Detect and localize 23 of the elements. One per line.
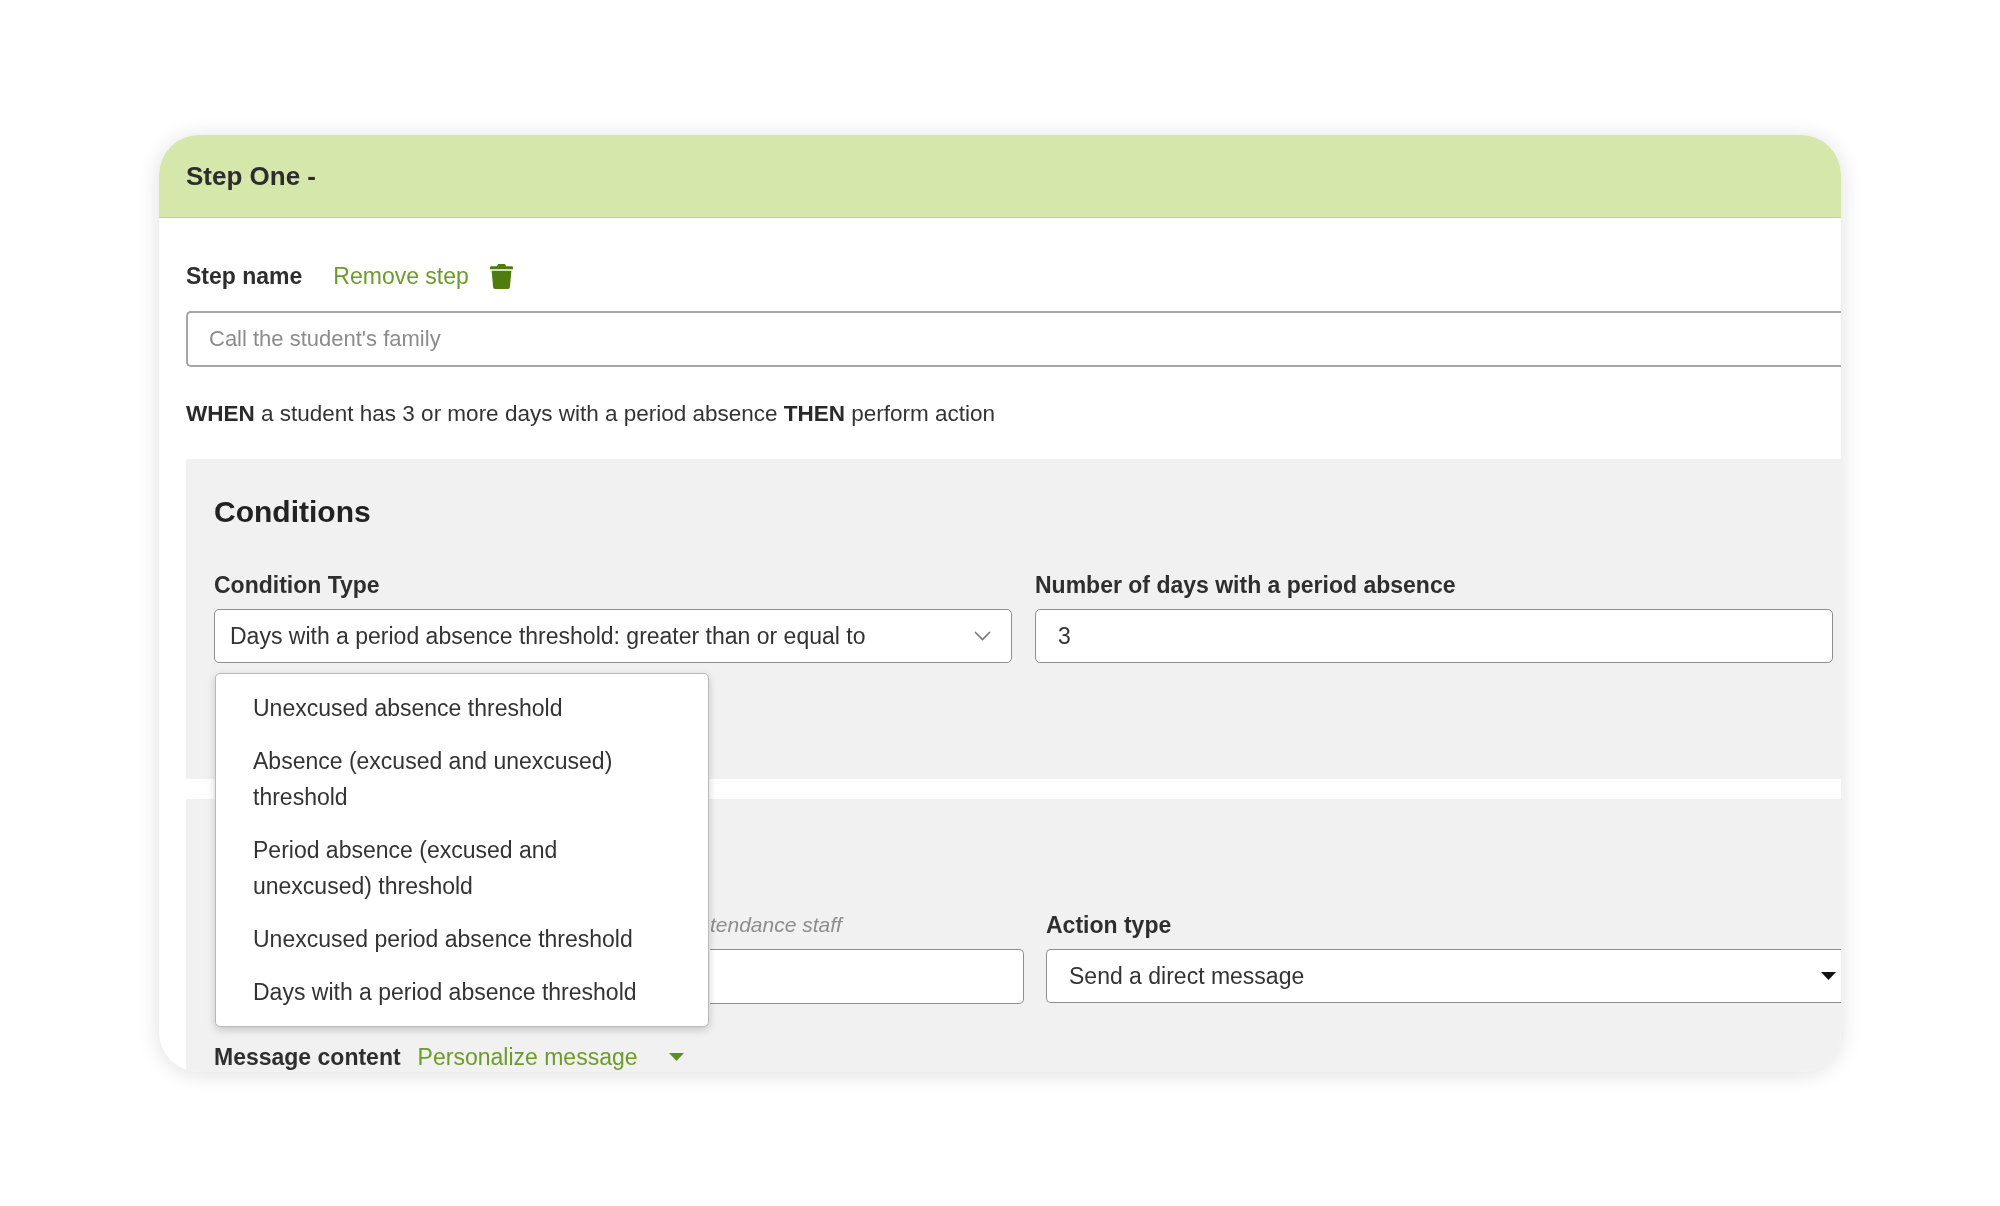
condition-type-select[interactable]: Days with a period absence threshold: greater than or equal to: [214, 609, 1012, 663]
caret-down-icon: [1821, 972, 1836, 980]
step-name-input[interactable]: Call the student's family: [186, 311, 1841, 367]
option-item[interactable]: Period absence (excused and unexcused) threshold: [216, 823, 708, 913]
message-content-label: Message content: [214, 1043, 401, 1071]
days-count-label: Number of days with a period absence: [1035, 571, 1457, 599]
rule-summary: WHEN a student has 3 or more days with a period absence THEN perform action: [186, 400, 997, 428]
step-name-label: Step name: [186, 262, 303, 290]
days-count-input[interactable]: 3: [1035, 609, 1833, 663]
option-item[interactable]: Unexcused absence threshold: [216, 681, 708, 735]
action-type-label: Action type: [1046, 911, 1173, 939]
chevron-down-icon: [974, 631, 991, 641]
caret-down-icon: [668, 1053, 684, 1061]
option-item[interactable]: Absence (excused and unexcused) threshold: [216, 734, 708, 824]
trash-icon: [489, 263, 513, 289]
field-hint: tendance staff: [710, 912, 845, 938]
option-item[interactable]: Days with a period absence threshold: [216, 965, 708, 1019]
condition-type-label: Condition Type: [214, 571, 381, 599]
option-item[interactable]: Unexcused period absence threshold: [216, 912, 708, 966]
input-field[interactable]: [710, 949, 1024, 1004]
action-type-select[interactable]: Send a direct message: [1046, 949, 1841, 1003]
step-title: Step One -: [186, 160, 316, 192]
conditions-heading: Conditions: [214, 494, 372, 530]
